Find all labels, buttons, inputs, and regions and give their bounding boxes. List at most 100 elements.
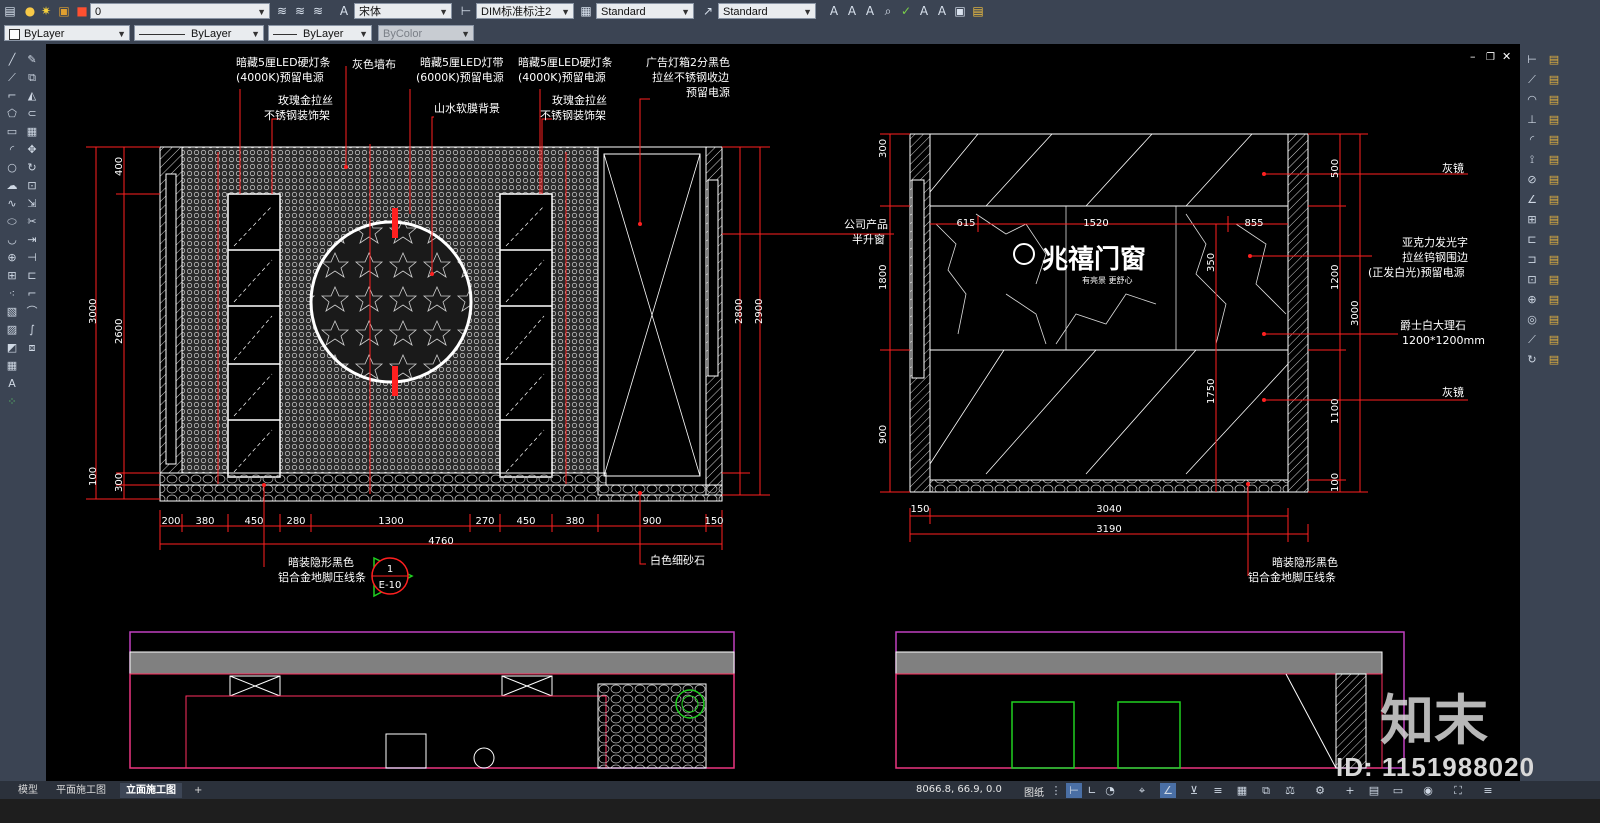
- lineweight-dropdown[interactable]: ByLayer ▼: [268, 25, 372, 41]
- dim-style-dropdown[interactable]: DIM标准标注2 ▼: [476, 3, 574, 19]
- tool-palette-icon[interactable]: ▤: [1546, 52, 1562, 67]
- tolerance-icon[interactable]: ⊡: [1524, 272, 1540, 287]
- gradient-icon[interactable]: ▨: [4, 322, 20, 337]
- properties-icon[interactable]: ▤: [1366, 783, 1382, 798]
- lock-icon[interactable]: ▣: [56, 3, 72, 19]
- tool-9-icon[interactable]: ▤: [1546, 212, 1562, 227]
- point-icon[interactable]: ⁖: [4, 286, 20, 301]
- revcloud-icon[interactable]: ☁: [4, 178, 20, 193]
- dim-update-icon[interactable]: ↻: [1524, 352, 1540, 367]
- multileader-style-dropdown[interactable]: Standard ▼: [718, 3, 816, 19]
- center-mark-icon[interactable]: ⊕: [1524, 292, 1540, 307]
- tool-8-icon[interactable]: ▤: [1546, 192, 1562, 207]
- spell-check-icon[interactable]: ✓: [898, 3, 914, 19]
- selection-cycling-icon[interactable]: ⧉: [1258, 783, 1274, 798]
- circle-icon[interactable]: ○: [4, 160, 20, 175]
- add-selected-icon[interactable]: ⁘: [4, 394, 20, 409]
- tab-plan[interactable]: 平面施工图: [50, 783, 112, 798]
- viewport-controls[interactable]: – ❐ ✕: [1470, 50, 1511, 63]
- rotate-icon[interactable]: ↻: [24, 160, 40, 175]
- layer-dropdown[interactable]: 0 ▼: [90, 3, 270, 19]
- layer-previous-icon[interactable]: ≋: [292, 3, 308, 19]
- tool-13-icon[interactable]: ▤: [1546, 292, 1562, 307]
- offset-icon[interactable]: ⊂: [24, 106, 40, 121]
- dim-style-icon[interactable]: ⊢: [458, 3, 474, 19]
- color-swatch-icon[interactable]: ■: [74, 3, 90, 19]
- tool-12-icon[interactable]: ▤: [1546, 272, 1562, 287]
- text-convert-icon[interactable]: ▤: [970, 3, 986, 19]
- chamfer-icon[interactable]: ⌐: [24, 286, 40, 301]
- color-dropdown[interactable]: ByLayer ▼: [4, 25, 130, 41]
- table-style-dropdown[interactable]: Standard ▼: [596, 3, 694, 19]
- polygon-icon[interactable]: ⬠: [4, 106, 20, 121]
- polar-icon[interactable]: ◔: [1102, 783, 1118, 798]
- continue-icon[interactable]: ⊐: [1524, 252, 1540, 267]
- tab-model[interactable]: 模型: [12, 783, 44, 798]
- erase-icon[interactable]: ✎: [24, 52, 40, 67]
- annotation-scale-icon[interactable]: ⚖: [1282, 783, 1298, 798]
- text-style-icon[interactable]: A: [336, 3, 352, 19]
- insert-block-icon[interactable]: ⊕: [4, 250, 20, 265]
- text-icon[interactable]: A: [826, 3, 842, 19]
- text-style-dropdown[interactable]: 宋体 ▼: [354, 3, 452, 19]
- polyline-icon[interactable]: ⌐: [4, 88, 20, 103]
- snap-icon[interactable]: ⊢: [1066, 783, 1082, 798]
- table-icon[interactable]: ▦: [4, 358, 20, 373]
- fullscreen-icon[interactable]: ⛶: [1450, 783, 1466, 798]
- arc-length-icon[interactable]: ◠: [1524, 92, 1540, 107]
- add-tab-button[interactable]: +: [188, 783, 208, 798]
- linear-dim-icon[interactable]: ⊢: [1524, 52, 1540, 67]
- tool-4-icon[interactable]: ▤: [1546, 112, 1562, 127]
- text-scale-icon[interactable]: A: [916, 3, 932, 19]
- otrack-icon[interactable]: ⊻: [1186, 783, 1202, 798]
- iso-draft-icon[interactable]: ∠: [1160, 783, 1176, 798]
- array-icon[interactable]: ▦: [24, 124, 40, 139]
- ordinate-icon[interactable]: ⊥: [1524, 112, 1540, 127]
- extend-icon[interactable]: ⇥: [24, 232, 40, 247]
- hatch-icon[interactable]: ▧: [4, 304, 20, 319]
- isolate-icon[interactable]: ◉: [1420, 783, 1436, 798]
- tool-3-icon[interactable]: ▤: [1546, 92, 1562, 107]
- tool-5-icon[interactable]: ▤: [1546, 132, 1562, 147]
- find-text-icon[interactable]: ⌕: [880, 3, 896, 19]
- make-current-layer-icon[interactable]: ≋: [274, 3, 290, 19]
- ellipse-icon[interactable]: ⬭: [4, 214, 20, 229]
- transparency-icon[interactable]: ▦: [1234, 783, 1250, 798]
- layer-match-icon[interactable]: ≋: [310, 3, 326, 19]
- tool-6-icon[interactable]: ▤: [1546, 152, 1562, 167]
- trim-icon[interactable]: ✂: [24, 214, 40, 229]
- explode-icon[interactable]: ⧈: [24, 340, 40, 355]
- lightbulb-icon[interactable]: ●: [22, 3, 38, 19]
- spline-icon[interactable]: ∿: [4, 196, 20, 211]
- drawing-canvas[interactable]: 兆禧门窗 有亮景 更舒心 – ❐ ✕ 暗藏5厘LED硬灯条 (4000K)预留电…: [46, 44, 1520, 781]
- text-justify-icon[interactable]: A: [934, 3, 950, 19]
- angular-icon[interactable]: ∠: [1524, 192, 1540, 207]
- inspect-icon[interactable]: ◎: [1524, 312, 1540, 327]
- tool-15-icon[interactable]: ▤: [1546, 332, 1562, 347]
- jogged-icon[interactable]: ⟟: [1524, 152, 1540, 167]
- sun-icon[interactable]: ✷: [38, 3, 54, 19]
- copy-icon[interactable]: ⧉: [24, 70, 40, 85]
- tool-2-icon[interactable]: ▤: [1546, 72, 1562, 87]
- radius-icon[interactable]: ◜: [1524, 132, 1540, 147]
- scale-icon[interactable]: ⊡: [24, 178, 40, 193]
- mtext-icon[interactable]: A: [4, 376, 20, 391]
- baseline-icon[interactable]: ⊏: [1524, 232, 1540, 247]
- ortho-icon[interactable]: ∟: [1084, 783, 1100, 798]
- tool-7-icon[interactable]: ▤: [1546, 172, 1562, 187]
- tool-11-icon[interactable]: ▤: [1546, 252, 1562, 267]
- break-icon[interactable]: ⊣: [24, 250, 40, 265]
- workspace-gear-icon[interactable]: ⚙: [1312, 783, 1328, 798]
- join-icon[interactable]: ⊏: [24, 268, 40, 283]
- make-block-icon[interactable]: ⊞: [4, 268, 20, 283]
- line-icon[interactable]: ╱: [4, 52, 20, 67]
- customize-icon[interactable]: ≡: [1480, 783, 1496, 798]
- text-frame-icon[interactable]: ▣: [952, 3, 968, 19]
- table-style-icon[interactable]: ▦: [578, 3, 594, 19]
- tab-elevation[interactable]: 立面施工图: [120, 783, 182, 798]
- restore-icon[interactable]: ❐: [1486, 52, 1495, 63]
- arc-icon[interactable]: ◜: [4, 142, 20, 157]
- region-icon[interactable]: ◩: [4, 340, 20, 355]
- ellipse-arc-icon[interactable]: ◡: [4, 232, 20, 247]
- hardware-accel-icon[interactable]: ▭: [1390, 783, 1406, 798]
